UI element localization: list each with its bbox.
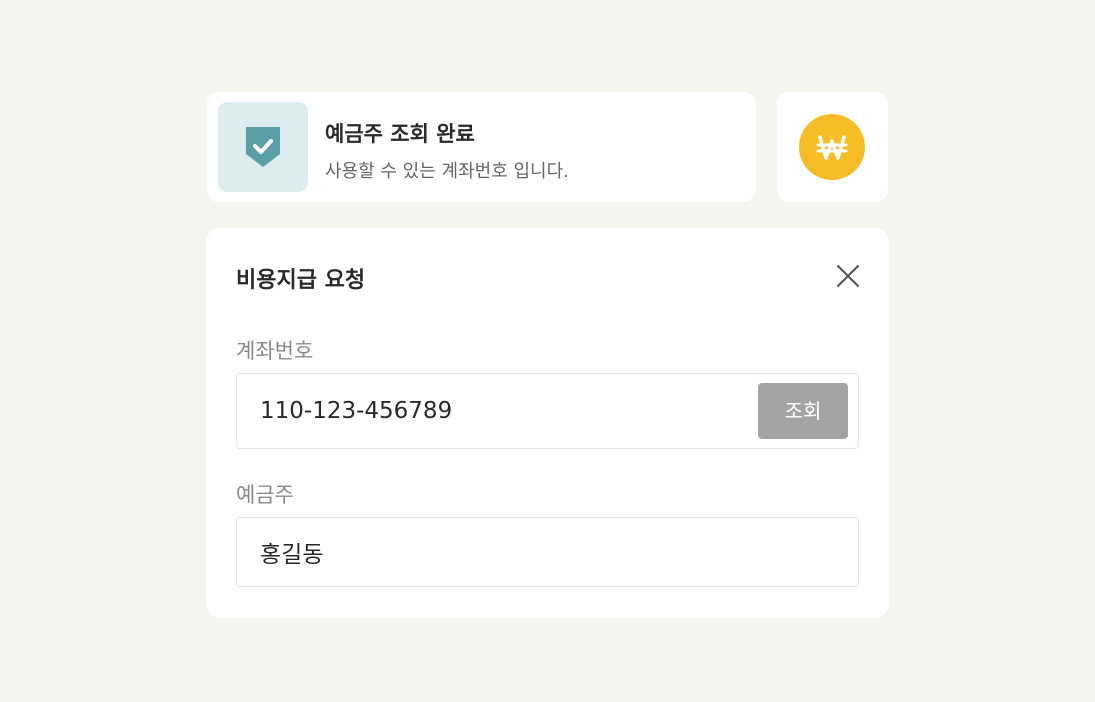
won-icon	[816, 135, 848, 160]
account-holder-label: 예금주	[236, 483, 294, 507]
toast-icon-container	[218, 102, 308, 192]
lookup-success-toast: 예금주 조회 완료 사용할 수 있는 계좌번호 입니다.	[207, 92, 756, 202]
currency-badge-card	[777, 92, 888, 202]
account-number-label: 계좌번호	[236, 339, 314, 363]
lookup-button[interactable]: 조회	[758, 383, 848, 439]
account-holder-input[interactable]	[260, 539, 820, 565]
shield-check-icon	[246, 127, 280, 167]
won-badge	[799, 114, 865, 180]
account-number-field: 조회	[236, 373, 859, 449]
payment-request-dialog: 비용지급 요청 계좌번호 조회 예금주	[206, 228, 889, 618]
dialog-title: 비용지급 요청	[236, 268, 366, 293]
toast-title: 예금주 조회 완료	[325, 122, 475, 146]
account-number-input[interactable]	[260, 398, 740, 424]
close-button[interactable]	[832, 260, 864, 292]
toast-message: 사용할 수 있는 계좌번호 입니다.	[325, 161, 569, 182]
close-icon	[837, 265, 859, 287]
account-holder-field	[236, 517, 859, 587]
